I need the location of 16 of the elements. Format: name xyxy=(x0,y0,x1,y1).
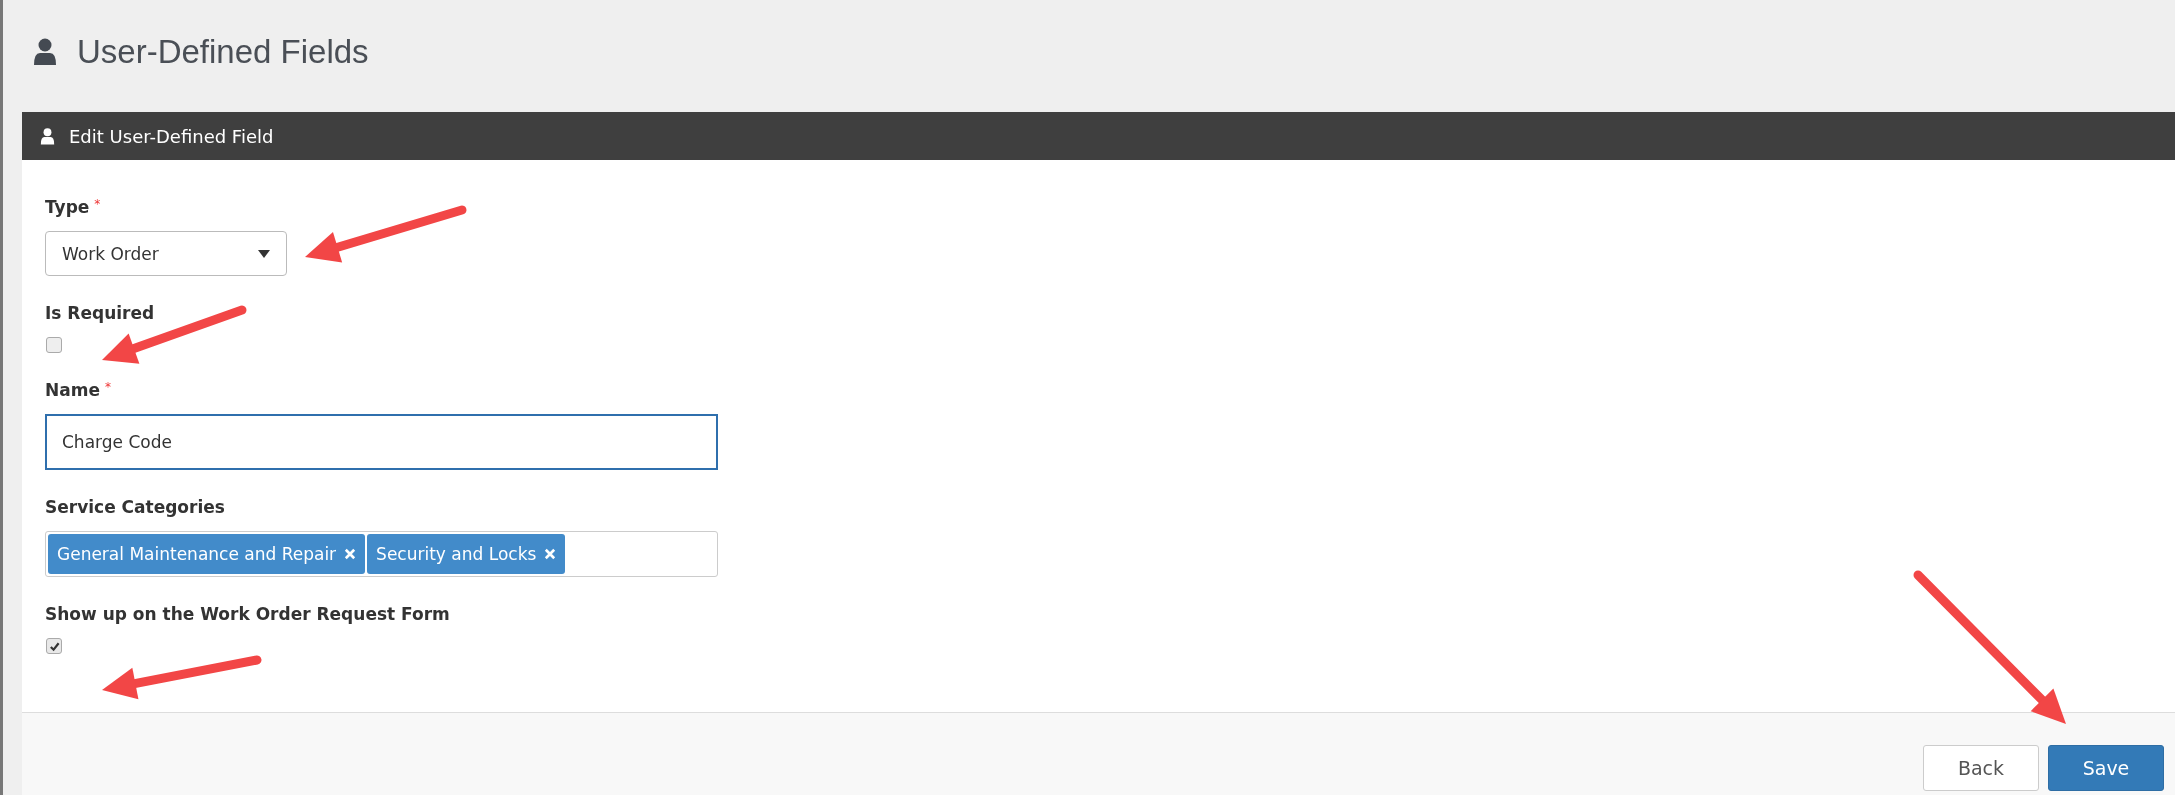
required-mark: * xyxy=(104,380,111,394)
save-button[interactable]: Save xyxy=(2048,745,2164,791)
name-input[interactable]: Charge Code xyxy=(45,414,718,470)
category-tag[interactable]: Security and Locks xyxy=(367,534,566,574)
tag-input[interactable]: General Maintenance and Repair Security and Locks xyxy=(45,531,718,577)
field-label: Service Categories xyxy=(45,497,225,517)
page-title: User-Defined Fields xyxy=(77,33,369,71)
panel-title: Edit User-Defined Field xyxy=(69,125,274,147)
type-dropdown[interactable]: Work Order xyxy=(45,231,287,276)
field-label: Show up on the Work Order Request Form xyxy=(45,604,450,624)
field-label: Is Required xyxy=(45,303,155,323)
required-mark: * xyxy=(94,197,101,211)
field-label: Type xyxy=(45,197,90,217)
field-label: Name xyxy=(45,380,100,400)
back-button[interactable]: Back xyxy=(1923,745,2039,791)
category-tag[interactable]: General Maintenance and Repair xyxy=(48,534,366,574)
